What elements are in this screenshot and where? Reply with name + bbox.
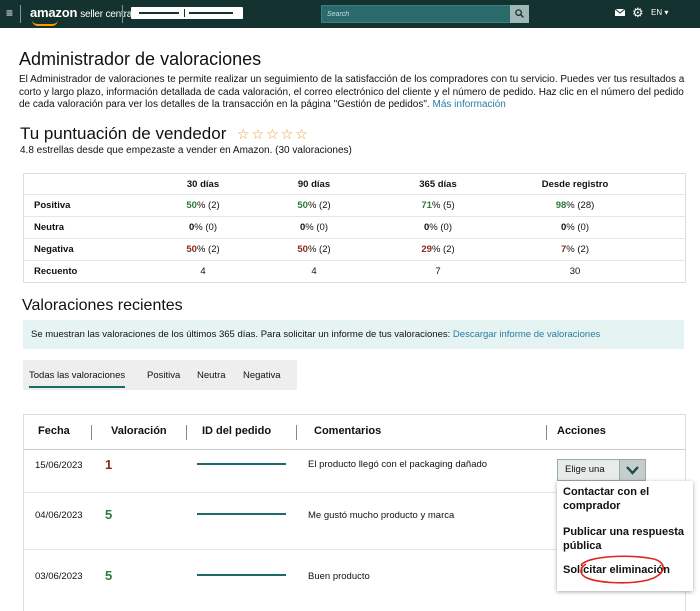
stats-cell: 4 (311, 266, 317, 277)
divider (296, 425, 297, 440)
stats-row-negativa: Negativa 50% (2) 50% (2) 29% (2) 7% (2) (24, 238, 685, 260)
tab-negativa[interactable]: Negativa (243, 370, 281, 381)
stats-header: 30 días (186, 178, 220, 190)
feedback-filter-tabs: Todas las valoraciones Positiva Neutra N… (23, 360, 297, 390)
chevron-down-icon[interactable] (619, 460, 645, 480)
stats-header: 90 días (297, 178, 331, 190)
stats-cell: 0% (0) (189, 222, 217, 233)
search-icon (515, 9, 524, 18)
search-button[interactable] (510, 5, 529, 23)
stats-row-label: Neutra (34, 222, 65, 233)
row-date: 15/06/2023 (35, 460, 83, 471)
row-comment: Me gustó mucho producto y marca (308, 510, 455, 521)
stats-row-label: Recuento (34, 266, 78, 277)
mail-icon[interactable] (615, 9, 625, 16)
column-header-fecha[interactable]: Fecha (38, 425, 70, 437)
gear-icon[interactable]: ⚙ (632, 6, 644, 19)
row-date: 03/06/2023 (35, 571, 83, 582)
row-rating: 5 (105, 507, 113, 522)
stats-row-label: Positiva (34, 200, 71, 211)
stats-row-label: Negativa (34, 244, 74, 255)
info-banner: Se muestran las valoraciones de los últi… (23, 320, 684, 349)
banner-text: Se muestran las valoraciones de los últi… (31, 329, 451, 340)
divider (122, 5, 123, 23)
tab-positiva[interactable]: Positiva (147, 370, 180, 381)
language-selector[interactable]: EN ▾ (651, 8, 668, 17)
divider (546, 425, 547, 440)
row-rating: 1 (105, 457, 113, 472)
stats-cell: 50% (2) (297, 244, 331, 255)
stats-cell: 7 (435, 266, 441, 277)
stats-header: Desde registro (541, 178, 609, 190)
column-header-valoracion[interactable]: Valoración (111, 425, 167, 437)
hamburger-menu-icon[interactable]: ≡ (6, 6, 13, 20)
column-header-acciones: Acciones (557, 425, 606, 437)
stats-header: 365 días (419, 178, 457, 190)
top-navigation-bar: ≡ amazonseller central ⚙ EN ▾ (0, 0, 700, 28)
stats-cell: 29% (2) (421, 244, 455, 255)
row-rating: 5 (105, 568, 113, 583)
intro-text: El Administrador de valoraciones te perm… (19, 74, 694, 112)
stats-cell: 0% (0) (300, 222, 328, 233)
language-label: EN (651, 8, 663, 17)
star-rating-icon: ☆☆☆☆☆ (237, 126, 310, 142)
stats-cell: 50% (2) (186, 200, 220, 211)
column-header-pedido[interactable]: ID del pedido (202, 425, 271, 437)
stats-cell: 7% (2) (561, 244, 589, 255)
order-id-link[interactable] (197, 463, 286, 465)
stats-cell: 50% (2) (297, 200, 331, 211)
row-date: 04/06/2023 (35, 510, 83, 521)
stats-header-row: 30 días 90 días 365 días Desde registro (24, 174, 685, 194)
divider (20, 5, 21, 23)
download-report-link[interactable]: Descargar informe de valoraciones (453, 329, 600, 340)
menu-item-contactar[interactable]: Contactar con el comprador (563, 485, 673, 513)
feedback-table: Fecha Valoración ID del pedido Comentari… (23, 414, 693, 611)
dropdown-label: Elige una (565, 464, 605, 475)
seller-score-title: Tu puntuación de vendedor (20, 124, 227, 143)
stats-cell: 98% (28) (555, 200, 595, 211)
amazon-seller-central-logo[interactable]: amazon seller central (30, 5, 135, 26)
recent-feedback-title: Valoraciones recientes (22, 297, 183, 314)
more-info-link[interactable]: Más información (432, 99, 505, 110)
redacted-bar (139, 12, 179, 14)
stats-cell: 0% (0) (424, 222, 452, 233)
page-title: Administrador de valoraciones (19, 49, 262, 69)
stats-row-positiva: Positiva 50% (2) 50% (2) 71% (5) 98% (28… (24, 194, 685, 216)
seller-score-subtitle: 4.8 estrellas desde que empezaste a vend… (20, 145, 352, 156)
logo-subtext: seller central (80, 9, 135, 20)
stats-cell: 71% (5) (421, 200, 455, 211)
order-id-link[interactable] (197, 574, 286, 576)
stats-row-recuento: Recuento 4 4 7 30 (24, 260, 685, 282)
tab-todas[interactable]: Todas las valoraciones (29, 370, 126, 388)
actions-dropdown[interactable]: Elige una (557, 459, 646, 481)
stats-row-neutra: Neutra 0% (0) 0% (0) 0% (0) 0% (0) (24, 216, 685, 238)
stats-cell: 50% (2) (186, 244, 220, 255)
order-id-link[interactable] (197, 513, 286, 515)
stats-cell: 30 (569, 266, 581, 277)
store-selector[interactable] (131, 7, 243, 19)
divider (186, 425, 187, 440)
stats-cell: 4 (200, 266, 206, 277)
table-header: Fecha Valoración ID del pedido Comentari… (24, 415, 685, 450)
redacted-bar (189, 12, 233, 14)
feedback-stats-table: 30 días 90 días 365 días Desde registro … (23, 173, 686, 283)
logo-smile-icon (32, 20, 58, 26)
stats-cell: 0% (0) (561, 222, 589, 233)
highlight-circle (580, 555, 664, 584)
intro-body: El Administrador de valoraciones te perm… (19, 74, 685, 110)
divider (91, 425, 92, 440)
logo-text: amazon (30, 5, 78, 20)
menu-item-responder[interactable]: Publicar una respuesta pública (563, 525, 689, 553)
column-header-comentarios[interactable]: Comentarios (314, 425, 381, 437)
actions-menu: Contactar con el comprador Publicar una … (557, 481, 693, 591)
search-box (321, 5, 511, 23)
row-comment: Buen producto (308, 571, 370, 582)
search-input[interactable] (322, 6, 507, 22)
row-comment: El producto llegó con el packaging dañad… (308, 459, 488, 470)
tab-neutra[interactable]: Neutra (197, 370, 226, 381)
divider (184, 9, 185, 17)
